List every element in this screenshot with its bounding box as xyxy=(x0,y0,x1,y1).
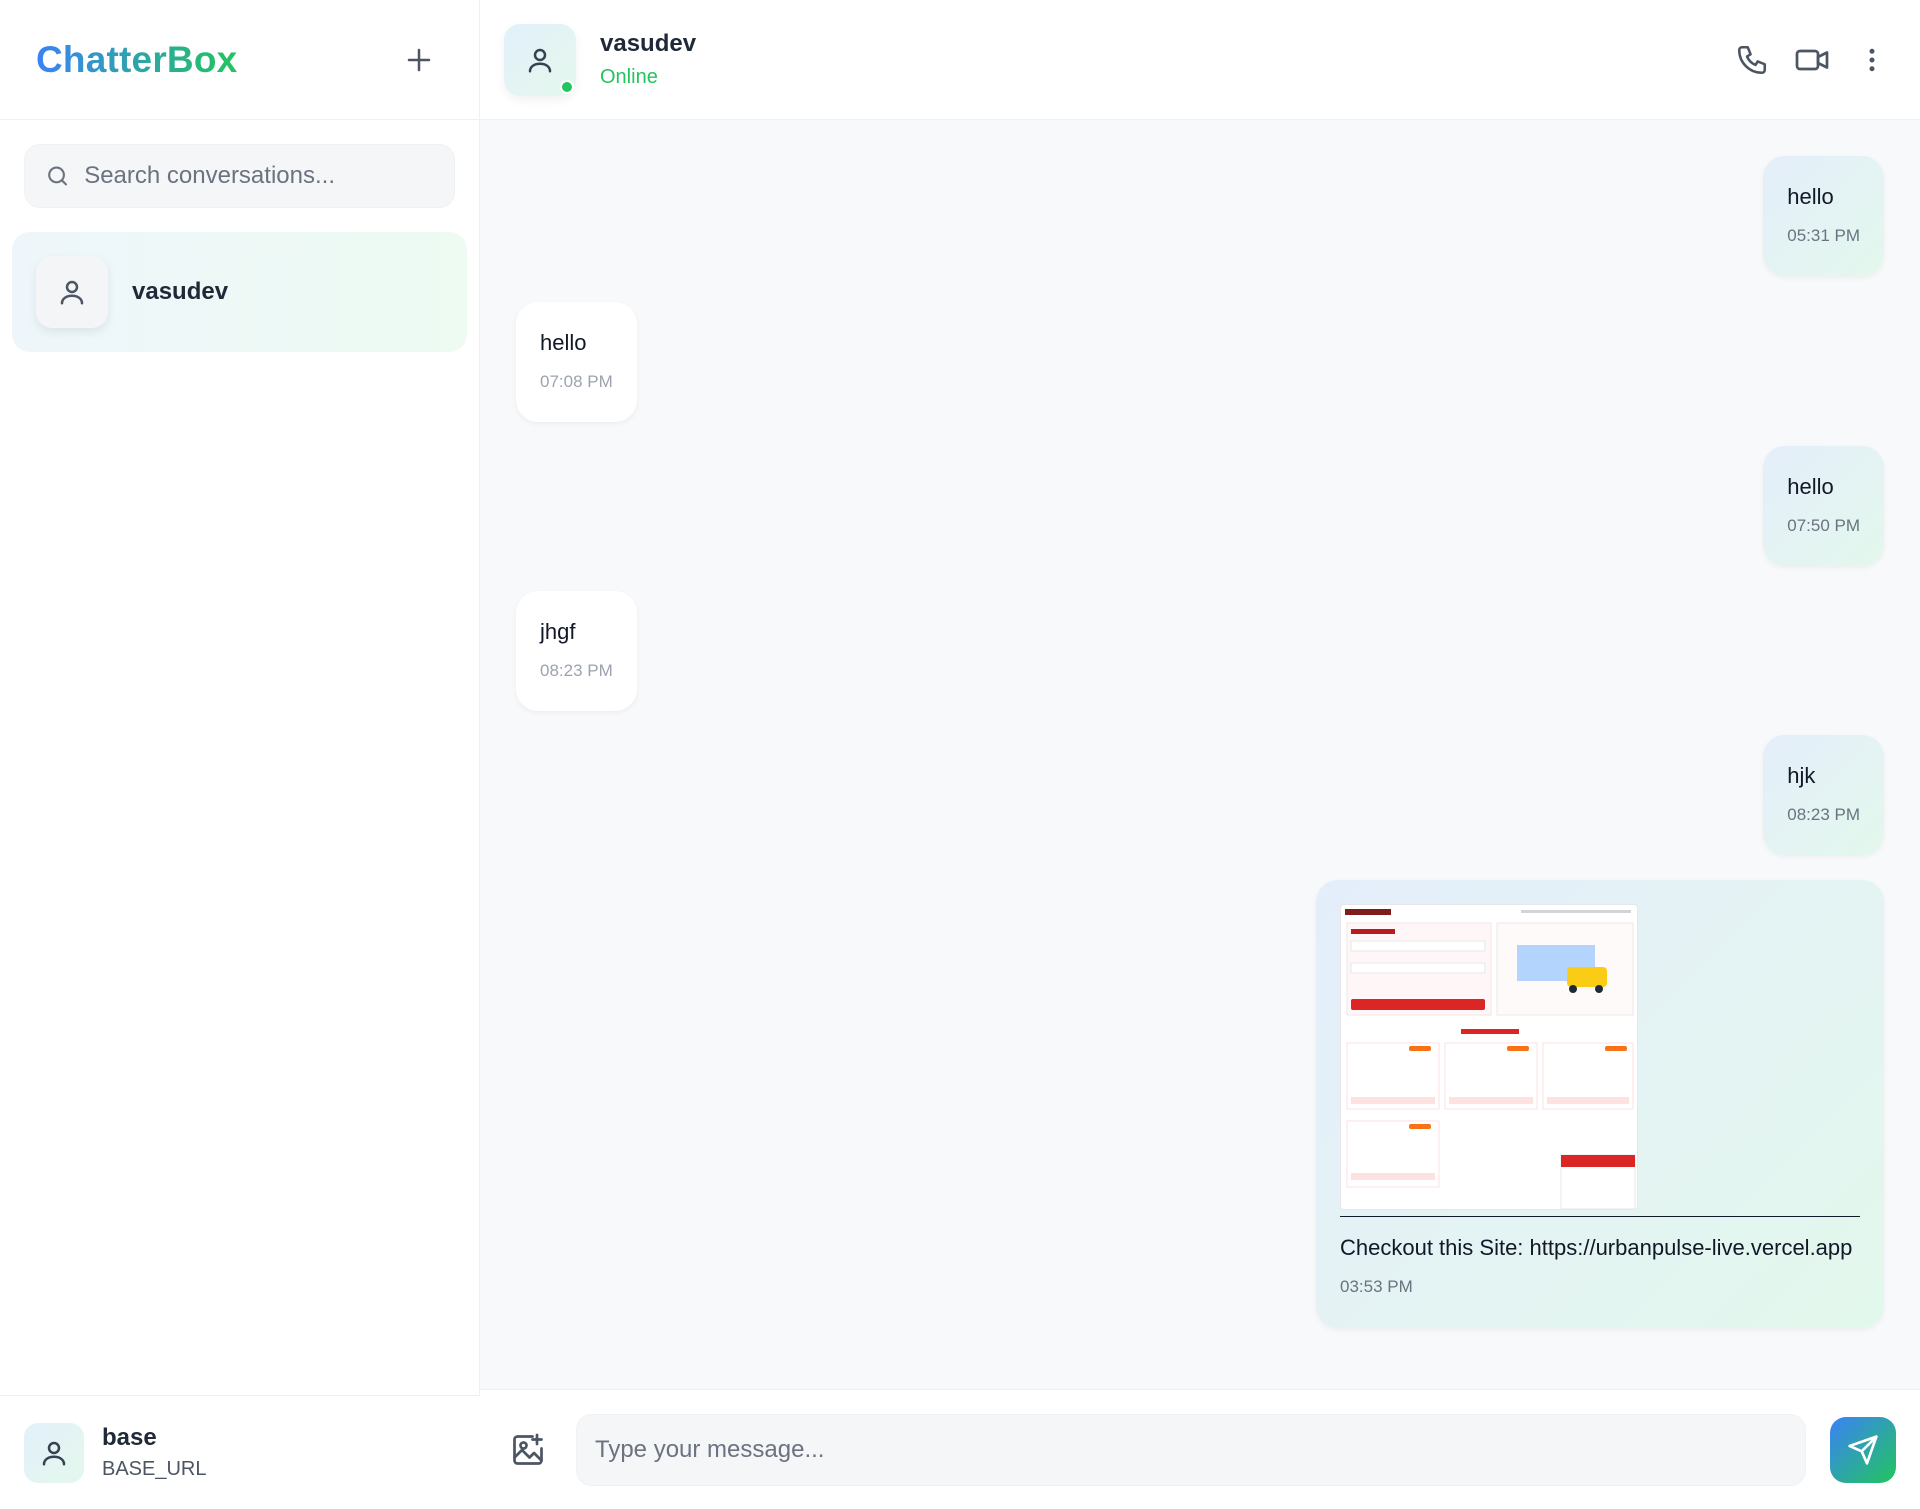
message-outgoing: hjk 08:23 PM xyxy=(1763,735,1884,855)
sidebar: ChatterBox vasudev base BASE_URL xyxy=(0,0,480,1509)
message-time: 05:31 PM xyxy=(1787,226,1860,245)
avatar xyxy=(36,256,108,328)
message-time: 08:23 PM xyxy=(540,661,613,680)
image-add-icon xyxy=(513,1433,543,1465)
contact-avatar[interactable] xyxy=(504,23,576,96)
conversation-item-vasudev[interactable]: vasudev xyxy=(12,232,467,352)
current-user-panel[interactable]: base BASE_URL xyxy=(0,1395,480,1509)
message-list[interactable]: hello 05:31 PM hello 07:08 PM hello 07:5… xyxy=(480,120,1920,1389)
chat-header: vasudev Online xyxy=(480,0,1920,120)
chat-panel: vasudev Online hello 05:31 PM hello 07:0… xyxy=(480,0,1920,1509)
search-icon xyxy=(48,166,68,186)
message-incoming: hello 07:08 PM xyxy=(516,302,637,422)
message-text: hello xyxy=(1787,474,1834,499)
message-time: 08:23 PM xyxy=(1787,805,1860,824)
header-actions xyxy=(1728,36,1896,84)
plus-icon xyxy=(407,48,431,71)
message-time: 07:50 PM xyxy=(1787,516,1860,535)
message-composer xyxy=(480,1389,1920,1509)
message-outgoing: hello 05:31 PM xyxy=(1763,156,1884,276)
app-root: ChatterBox vasudev base BASE_URL xyxy=(0,0,1920,1509)
user-icon xyxy=(528,48,552,72)
message-time: 07:08 PM xyxy=(540,372,613,391)
phone-icon xyxy=(1737,45,1767,74)
contact-info: vasudev Online xyxy=(600,30,696,89)
contact-status: Online xyxy=(600,66,658,88)
current-user-name: base xyxy=(102,1424,157,1451)
message-outgoing-image: Checkout this Site: https://urbanpulse-l… xyxy=(1316,880,1884,1328)
new-chat-button[interactable] xyxy=(395,36,443,84)
message-text: hello xyxy=(540,330,587,355)
message-text[interactable]: Checkout this Site: https://urbanpulse-l… xyxy=(1340,1235,1860,1261)
message-time: 03:53 PM xyxy=(1340,1277,1413,1296)
send-button[interactable] xyxy=(1830,1416,1896,1483)
message-incoming: jhgf 08:23 PM xyxy=(516,591,637,711)
message-outgoing: hello 07:50 PM xyxy=(1763,446,1884,566)
online-status-dot xyxy=(560,79,574,94)
link-divider xyxy=(1340,1216,1860,1217)
contact-name: vasudev xyxy=(600,30,697,57)
search-wrapper xyxy=(0,120,479,208)
sidebar-header: ChatterBox xyxy=(0,0,479,120)
video-icon xyxy=(1795,49,1829,70)
message-input[interactable] xyxy=(576,1413,1806,1486)
search-box xyxy=(24,144,455,208)
search-input[interactable] xyxy=(84,162,434,190)
current-user-avatar xyxy=(24,1422,84,1483)
more-vertical-icon xyxy=(1869,48,1875,71)
voice-call-button[interactable] xyxy=(1728,36,1776,84)
more-options-button[interactable] xyxy=(1848,36,1896,84)
message-text: hjk xyxy=(1787,763,1816,788)
shared-image-thumbnail[interactable] xyxy=(1340,904,1638,1210)
user-icon xyxy=(42,1441,66,1465)
video-call-button[interactable] xyxy=(1788,36,1836,84)
current-user-text: base BASE_URL xyxy=(102,1424,207,1481)
conversation-name: vasudev xyxy=(132,278,229,305)
website-screenshot-image xyxy=(1341,905,1637,1209)
user-icon xyxy=(60,280,84,305)
message-text: jhgf xyxy=(540,619,576,644)
current-user-subtitle: BASE_URL xyxy=(102,1458,207,1480)
send-icon xyxy=(1848,1434,1878,1465)
attach-image-button[interactable] xyxy=(504,1426,552,1474)
app-logo: ChatterBox xyxy=(36,38,238,80)
message-text: hello xyxy=(1787,184,1834,209)
